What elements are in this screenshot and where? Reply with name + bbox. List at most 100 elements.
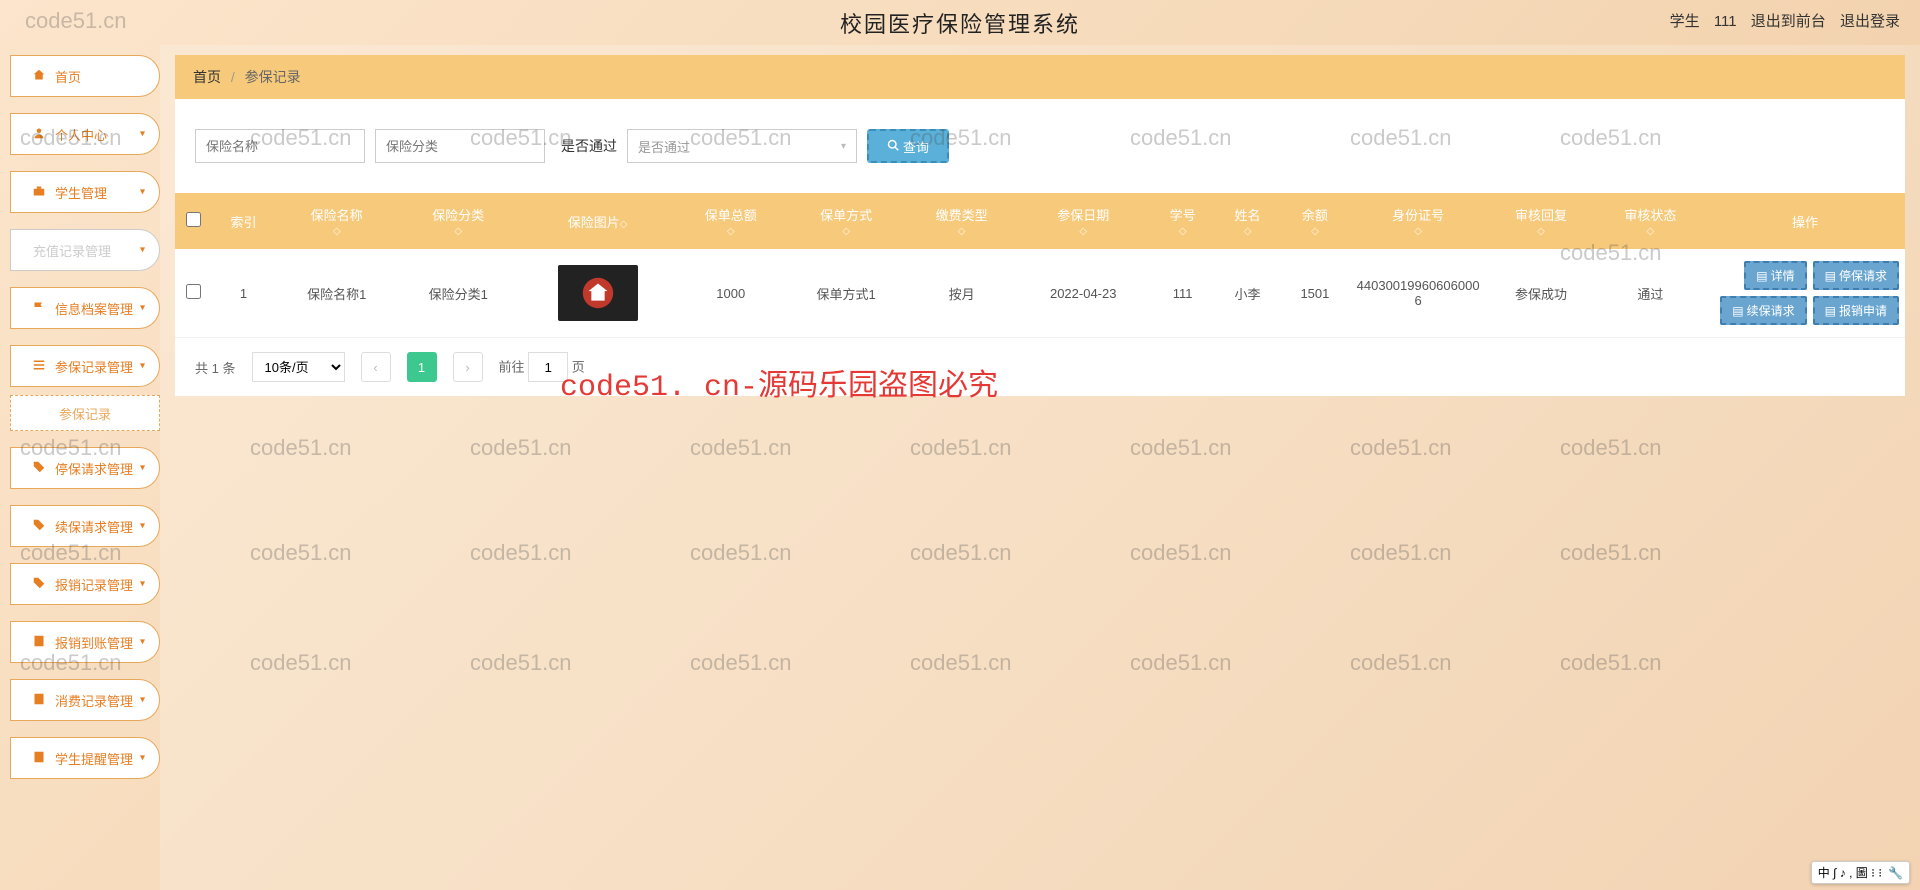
pager-goto-input[interactable] [528, 352, 568, 382]
chevron-down-icon: ▾ [841, 141, 846, 152]
col-idno[interactable]: 身份证号 [1392, 208, 1444, 223]
search-button[interactable]: 查询 [867, 129, 949, 163]
sidebar-item-insurance-record[interactable]: 参保记录管理 ▾ [10, 345, 160, 387]
sidebar-item-recharge[interactable]: 充值记录管理 ▾ [10, 229, 160, 271]
chevron-icon: ▾ [140, 521, 145, 532]
cell-method: 保单方式1 [785, 249, 907, 338]
user-role: 学生 [1670, 13, 1700, 30]
sidebar-item-label: 学生提醒管理 [55, 749, 133, 768]
chevron-icon: ▾ [140, 637, 145, 648]
sidebar-item-reminder[interactable]: 学生提醒管理 ▾ [10, 737, 160, 779]
wrench-icon[interactable]: 🔧 [1888, 866, 1903, 880]
col-paytype[interactable]: 缴费类型 [936, 208, 988, 223]
sidebar-item-claimed[interactable]: 报销到账管理 ▾ [10, 621, 160, 663]
col-ops: 操作 [1792, 215, 1818, 230]
op-stop-button[interactable]: ▤停保请求 [1813, 261, 1899, 290]
select-all-checkbox[interactable] [186, 212, 201, 227]
cell-studentname: 小李 [1215, 249, 1280, 338]
col-name2[interactable]: 姓名 [1235, 208, 1261, 223]
op-detail-button[interactable]: ▤详情 [1744, 261, 1806, 290]
list-icon: ▤ [1825, 304, 1836, 318]
pagination: 共 1 条 10条/页 ‹ 1 › 前往 页 [175, 338, 1905, 396]
col-status[interactable]: 审核状态 [1624, 208, 1676, 223]
cell-name: 保险名称1 [276, 249, 398, 338]
cell-idno: 440300199606060006 [1350, 249, 1487, 338]
ime-bar[interactable]: 中 ∫ ♪ , 圖 ⁝ ⁝ 🔧 [1811, 861, 1910, 884]
sidebar-item-expense[interactable]: 消费记录管理 ▾ [10, 679, 160, 721]
sidebar-item-stop-request[interactable]: 停保请求管理 ▾ [10, 447, 160, 489]
col-date[interactable]: 参保日期 [1057, 208, 1109, 223]
filter-name-input[interactable] [195, 129, 365, 163]
chevron-icon: ▾ [140, 361, 145, 372]
col-idx: 索引 [230, 215, 256, 230]
sidebar-item-label: 首页 [55, 67, 81, 86]
cell-idx: 1 [211, 249, 276, 338]
col-name[interactable]: 保险名称 [311, 208, 363, 223]
cell-image [558, 265, 638, 321]
chevron-icon: ▾ [140, 245, 145, 256]
page-size-select[interactable]: 10条/页 [252, 352, 345, 382]
col-method[interactable]: 保单方式 [820, 208, 872, 223]
chevron-icon: ▾ [140, 129, 145, 140]
breadcrumb-home[interactable]: 首页 [193, 69, 221, 85]
chevron-icon: ▾ [140, 463, 145, 474]
sidebar-item-label: 信息档案管理 [55, 299, 133, 318]
filter-category-input[interactable] [375, 129, 545, 163]
sidebar-item-label: 参保记录管理 [55, 357, 133, 376]
briefcase-icon [33, 185, 47, 199]
row-checkbox[interactable] [186, 284, 201, 299]
user-icon [33, 127, 47, 141]
user-area: 学生 111 退出到前台 退出登录 [1660, 10, 1900, 31]
file-icon [33, 635, 47, 649]
op-renew-button[interactable]: ▤续保请求 [1720, 296, 1806, 325]
pager-prev[interactable]: ‹ [361, 352, 391, 382]
sidebar-subitem-insurance-record[interactable]: 参保记录 [10, 395, 160, 431]
logout-front-link[interactable]: 退出到前台 [1751, 13, 1826, 30]
logout-link[interactable]: 退出登录 [1840, 13, 1900, 30]
col-balance[interactable]: 余额 [1302, 208, 1328, 223]
file-icon [33, 693, 47, 707]
user-name[interactable]: 111 [1714, 13, 1737, 30]
sidebar-item-home[interactable]: 首页 [10, 55, 160, 97]
sidebar-item-profile[interactable]: 个人中心 ▾ [10, 113, 160, 155]
sidebar-item-info-archive[interactable]: 信息档案管理 ▾ [10, 287, 160, 329]
data-table: 索引 保险名称◇ 保险分类◇ 保险图片◇ 保单总额◇ 保单方式◇ 缴费类型◇ 参… [175, 193, 1905, 338]
sidebar-item-renew-request[interactable]: 续保请求管理 ▾ [10, 505, 160, 547]
search-icon [887, 139, 899, 154]
filter-pass-label: 是否通过 [561, 136, 617, 156]
chevron-icon: ▾ [140, 303, 145, 314]
cell-date: 2022-04-23 [1016, 249, 1150, 338]
pager-page-1[interactable]: 1 [407, 352, 437, 382]
breadcrumb-separator: / [231, 69, 235, 85]
chevron-icon: ▾ [140, 187, 145, 198]
file-icon [33, 751, 47, 765]
cell-paytype: 按月 [907, 249, 1016, 338]
list-icon: ▤ [1732, 304, 1743, 318]
sidebar-item-label: 续保请求管理 [55, 517, 133, 536]
col-image[interactable]: 保险图片 [568, 215, 620, 230]
goto-label: 前往 [499, 360, 525, 375]
sidebar-item-label: 消费记录管理 [55, 691, 133, 710]
col-total[interactable]: 保单总额 [705, 208, 757, 223]
breadcrumb-current: 参保记录 [245, 69, 301, 85]
sidebar: 首页 个人中心 ▾ 学生管理 ▾ 充值记录管理 ▾ 信息档案管理 ▾ 参保记录管… [0, 45, 160, 890]
cell-studentno: 111 [1150, 249, 1215, 338]
pager-next[interactable]: › [453, 352, 483, 382]
search-button-label: 查询 [903, 137, 929, 156]
cell-category: 保险分类1 [397, 249, 519, 338]
sidebar-item-student[interactable]: 学生管理 ▾ [10, 171, 160, 213]
col-studentno[interactable]: 学号 [1170, 208, 1196, 223]
pager-total: 共 1 条 [195, 358, 236, 377]
sidebar-item-label: 停保请求管理 [55, 459, 133, 478]
home-icon [33, 69, 47, 83]
op-claim-button[interactable]: ▤报销申请 [1813, 296, 1899, 325]
sidebar-item-claim-record[interactable]: 报销记录管理 ▾ [10, 563, 160, 605]
col-reply[interactable]: 审核回复 [1515, 208, 1567, 223]
cell-reply: 参保成功 [1486, 249, 1595, 338]
tag-icon [33, 461, 47, 475]
col-category[interactable]: 保险分类 [432, 208, 484, 223]
sidebar-item-label: 学生管理 [55, 183, 107, 202]
tag-icon [33, 519, 47, 533]
sidebar-item-label: 个人中心 [55, 125, 107, 144]
filter-pass-select[interactable]: 是否通过 ▾ [627, 129, 857, 163]
